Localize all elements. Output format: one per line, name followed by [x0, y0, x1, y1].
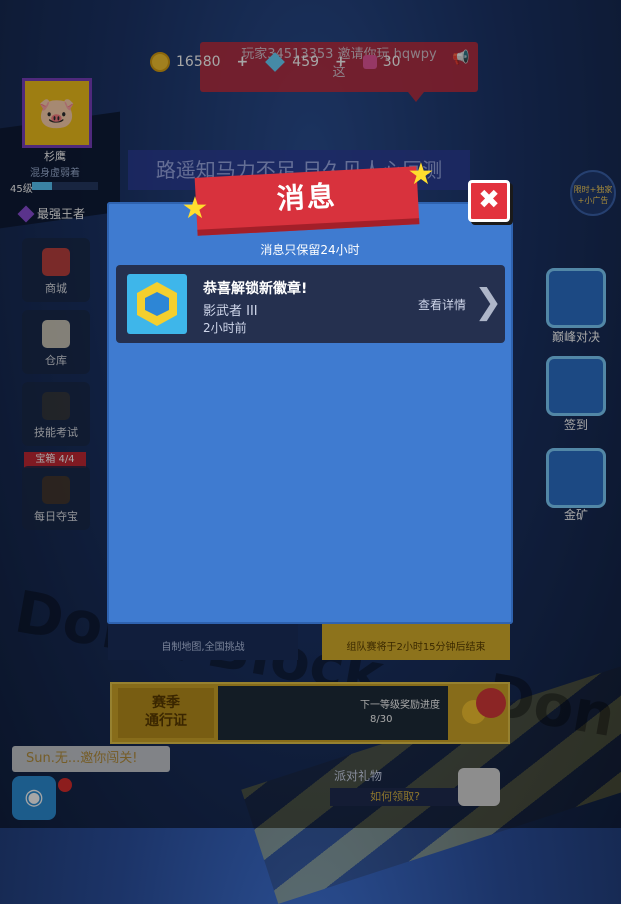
- view-details-link[interactable]: 查看详情: [418, 296, 466, 313]
- badge-icon: [127, 274, 187, 334]
- message-time: 2小时前: [203, 321, 247, 335]
- retention-note: 消息只保留24小时: [260, 243, 360, 257]
- close-icon: ✖: [478, 185, 500, 215]
- message-title: 恭喜解锁新徽章!: [203, 281, 308, 297]
- modal-title: 消息: [194, 166, 420, 236]
- message-badge-name: 影武者 III: [203, 304, 258, 319]
- close-button[interactable]: ✖: [468, 180, 510, 222]
- star-icon: ★: [181, 191, 209, 226]
- star-icon: ★: [407, 157, 435, 192]
- chevron-right-icon[interactable]: ❯: [474, 285, 503, 319]
